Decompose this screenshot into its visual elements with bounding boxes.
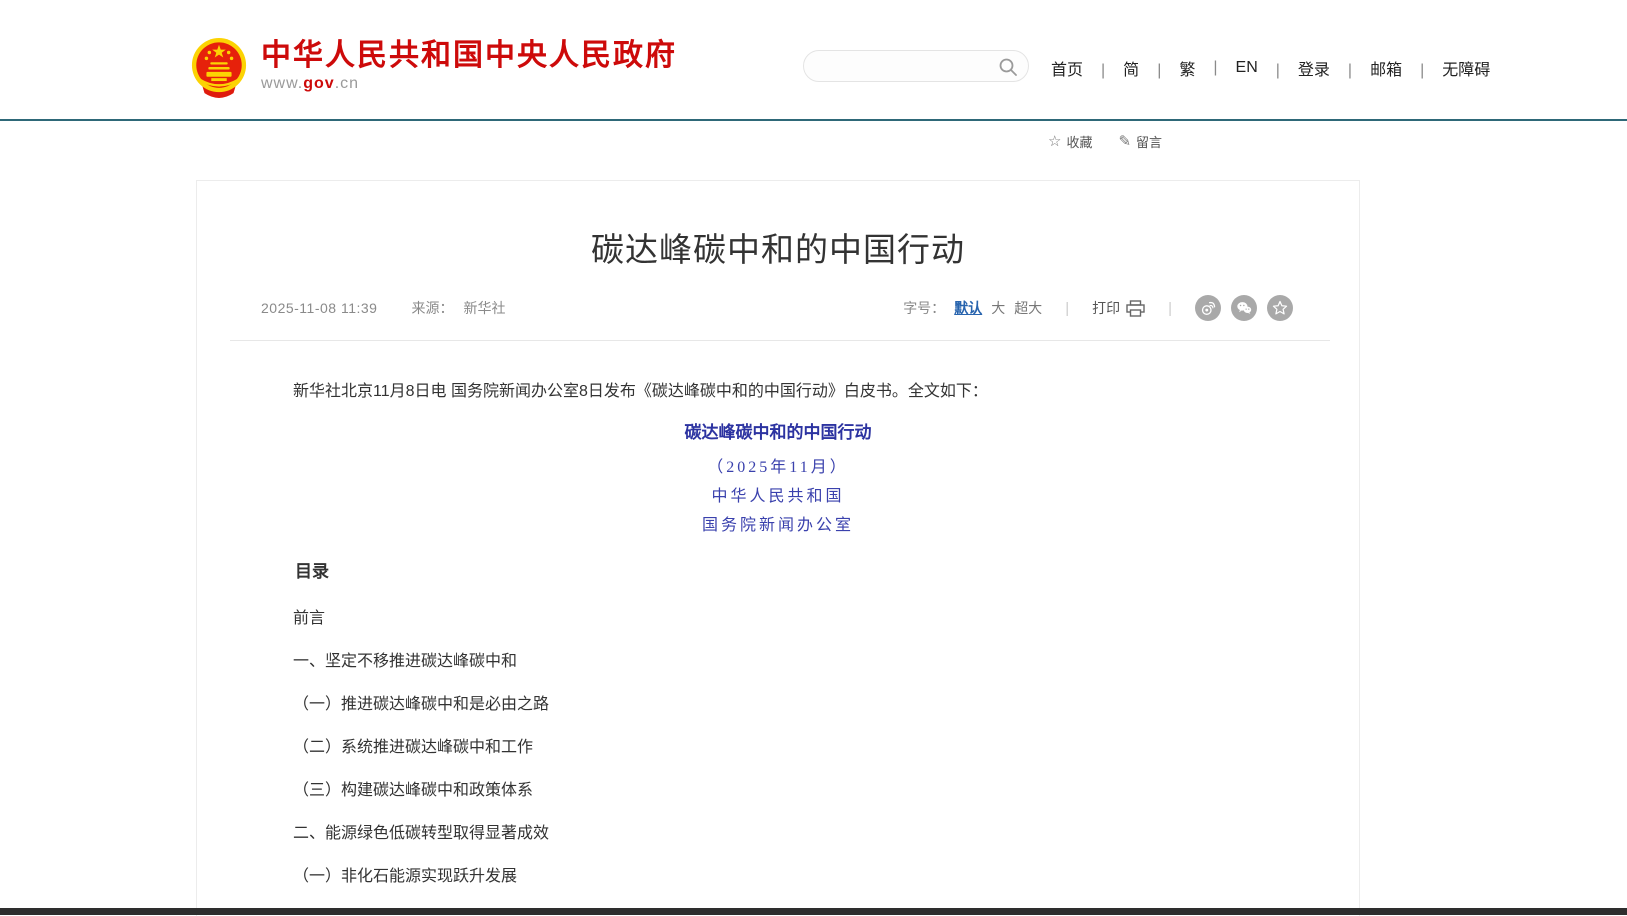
toc-item: 前言 bbox=[261, 608, 1295, 629]
collect-button[interactable]: ☆ 收藏 bbox=[1048, 132, 1092, 151]
toc-item: （三）构建碳达峰碳中和政策体系 bbox=[261, 780, 1295, 801]
toc-list: 前言一、坚定不移推进碳达峰碳中和 （一）推进碳达峰碳中和是必由之路 （二）系统推进碳… bbox=[261, 608, 1295, 887]
message-label: 留言 bbox=[1136, 132, 1162, 151]
document-org-line2: 国务院新闻办公室 bbox=[261, 517, 1295, 534]
nav-item[interactable]: EN bbox=[1213, 59, 1257, 77]
toc-item: （二）系统推进碳达峰碳中和工作 bbox=[261, 737, 1295, 758]
article-date: 2025-11-08 11:39 bbox=[261, 300, 377, 316]
brand-text: 中华人民共和国中央人民政府 www.gov.cn bbox=[261, 36, 677, 93]
toc-item: （一）非化石能源实现跃升发展 bbox=[261, 866, 1295, 887]
printer-icon bbox=[1126, 300, 1145, 317]
nav-item[interactable]: 繁 bbox=[1157, 56, 1195, 80]
site-url: www.gov.cn bbox=[261, 75, 677, 93]
message-button[interactable]: ✎ 留言 bbox=[1118, 132, 1162, 151]
source-label: 来源： bbox=[411, 298, 453, 318]
toc-item: 一、坚定不移推进碳达峰碳中和 bbox=[261, 651, 1295, 672]
article-meta-left: 2025-11-08 11:39 来源： 新华社 bbox=[261, 298, 505, 318]
nav-item[interactable]: 简 bbox=[1101, 56, 1139, 80]
viewport-bottom-bar bbox=[0, 908, 1627, 915]
page-tools: ☆ 收藏 ✎ 留言 bbox=[1048, 132, 1162, 151]
site-brand[interactable]: 中华人民共和国中央人民政府 www.gov.cn bbox=[190, 36, 677, 100]
qzone-icon[interactable] bbox=[1267, 295, 1293, 321]
nav-item[interactable]: 无障碍 bbox=[1420, 56, 1490, 80]
nav-item[interactable]: 邮箱 bbox=[1348, 56, 1402, 80]
article-title: 碳达峰碳中和的中国行动 bbox=[197, 223, 1359, 271]
nav-item[interactable]: 首页 bbox=[1051, 56, 1083, 80]
weibo-icon[interactable] bbox=[1195, 295, 1221, 321]
search-icon[interactable] bbox=[998, 57, 1018, 77]
site-header: 中华人民共和国中央人民政府 www.gov.cn 首页简繁 EN 登录邮箱无障碍 bbox=[0, 0, 1627, 119]
font-size-xlarge-button[interactable]: 超大 bbox=[1014, 298, 1042, 318]
print-button[interactable]: 打印 bbox=[1092, 298, 1145, 318]
article-meta-bar: 2025-11-08 11:39 来源： 新华社 字号： 默认 大 超大 | 打… bbox=[261, 297, 1293, 319]
pencil-icon: ✎ bbox=[1118, 134, 1131, 149]
site-url-suffix: .cn bbox=[335, 75, 359, 92]
font-size-large-button[interactable]: 大 bbox=[991, 298, 1005, 318]
toc-item: 二、能源绿色低碳转型取得显著成效 bbox=[261, 823, 1295, 844]
top-nav: 首页简繁 EN 登录邮箱无障碍 bbox=[1042, 56, 1499, 80]
document-subtitle-block: （2025年11月） 中华人民共和国 国务院新闻办公室 bbox=[261, 459, 1295, 534]
collect-label: 收藏 bbox=[1066, 132, 1092, 151]
nav-item[interactable]: 登录 bbox=[1276, 56, 1330, 80]
document-date: （2025年11月） bbox=[261, 459, 1295, 476]
toc-item: （一）推进碳达峰碳中和是必由之路 bbox=[261, 694, 1295, 715]
meta-separator: | bbox=[1065, 300, 1069, 317]
wechat-icon[interactable] bbox=[1231, 295, 1257, 321]
share-buttons bbox=[1195, 295, 1293, 321]
document-title: 碳达峰碳中和的中国行动 bbox=[261, 424, 1295, 441]
national-emblem-icon bbox=[190, 36, 248, 100]
site-url-gov: gov bbox=[303, 75, 334, 92]
header-divider-line bbox=[0, 119, 1627, 121]
search-input[interactable] bbox=[820, 52, 995, 80]
site-url-prefix: www. bbox=[261, 75, 303, 92]
article-meta-right: 字号： 默认 大 超大 | 打印 | bbox=[903, 295, 1293, 321]
meta-separator: | bbox=[1168, 300, 1172, 317]
meta-divider-line bbox=[230, 340, 1330, 341]
search-box bbox=[803, 50, 1029, 82]
document-org-line1: 中华人民共和国 bbox=[261, 488, 1295, 505]
toc-heading: 目录 bbox=[261, 561, 1295, 582]
print-label: 打印 bbox=[1092, 298, 1120, 318]
font-size-default-button[interactable]: 默认 bbox=[954, 298, 982, 318]
font-size-label: 字号： bbox=[903, 298, 945, 318]
lead-paragraph: 新华社北京11月8日电 国务院新闻办公室8日发布《碳达峰碳中和的中国行动》白皮书… bbox=[261, 381, 1295, 402]
site-title: 中华人民共和国中央人民政府 bbox=[261, 40, 677, 72]
article-card: 碳达峰碳中和的中国行动 2025-11-08 11:39 来源： 新华社 字号：… bbox=[196, 180, 1360, 916]
source-value: 新华社 bbox=[463, 298, 505, 318]
article-body: 新华社北京11月8日电 国务院新闻办公室8日发布《碳达峰碳中和的中国行动》白皮书… bbox=[261, 381, 1295, 909]
star-outline-icon: ☆ bbox=[1048, 134, 1061, 149]
